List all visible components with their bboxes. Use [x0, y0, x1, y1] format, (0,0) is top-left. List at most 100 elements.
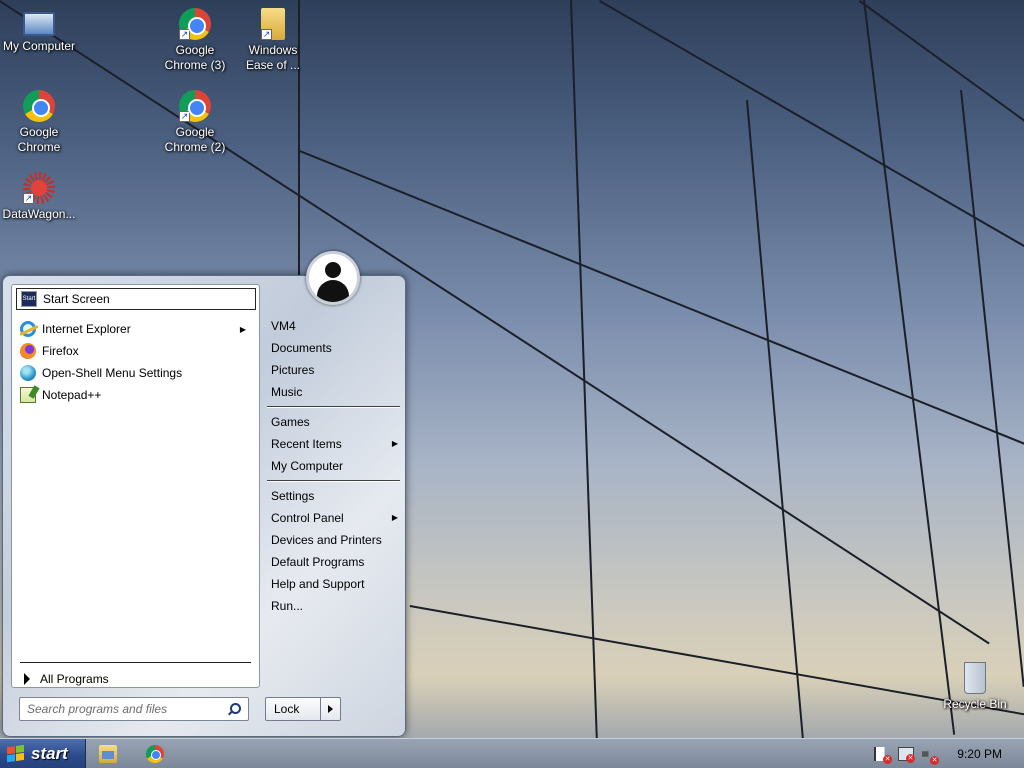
- desktop-icon-label: Chrome (3): [164, 58, 226, 72]
- chrome-icon: ↗: [179, 90, 211, 122]
- error-icon: ✕: [883, 755, 892, 764]
- search-input[interactable]: [20, 698, 220, 720]
- chrome-icon: ↗: [179, 8, 211, 40]
- program-label: Start Screen: [43, 292, 110, 306]
- right-item-label: Help and Support: [271, 577, 365, 591]
- chrome-icon[interactable]: [146, 745, 164, 763]
- desktop-icon-label: Chrome (2): [164, 140, 226, 154]
- right-item-label: Music: [271, 385, 303, 399]
- program-label: Firefox: [42, 344, 79, 358]
- wallpaper-frame-line: [746, 100, 806, 758]
- datawagon-icon: ↗: [23, 172, 55, 204]
- right-item-control-panel[interactable]: Control Panel ▶: [267, 507, 400, 529]
- all-programs-button[interactable]: All Programs: [20, 669, 250, 689]
- desktop-icon-windows-ease-of-access[interactable]: ↗ Windows Ease of ...: [235, 8, 311, 73]
- start-menu: Start Start Screen Internet Explorer ▶ F…: [2, 251, 406, 737]
- desktop-icon-google-chrome[interactable]: Google Chrome: [1, 90, 77, 155]
- desktop-icon-recycle-bin[interactable]: Recycle Bin: [937, 662, 1013, 712]
- start-button[interactable]: start: [0, 739, 86, 768]
- right-item-devices-and-printers[interactable]: Devices and Printers: [267, 529, 400, 551]
- search-icon[interactable]: [230, 703, 241, 714]
- start-screen-icon: Start: [21, 291, 37, 307]
- shutdown-options-button[interactable]: [321, 697, 341, 721]
- folder-icon: ↗: [261, 8, 285, 40]
- right-item-label: Games: [271, 415, 310, 429]
- programs-list: Start Start Screen Internet Explorer ▶ F…: [11, 284, 260, 688]
- right-item-games[interactable]: Games: [267, 411, 400, 433]
- firefox-icon: [20, 343, 36, 359]
- divider: [267, 480, 400, 482]
- recycle-bin-icon: [964, 662, 986, 694]
- divider: [267, 406, 400, 408]
- desktop-icon-datawagon[interactable]: ↗ DataWagon...: [1, 172, 77, 222]
- wallpaper-frame-line: [409, 605, 1024, 719]
- search-box[interactable]: [19, 697, 249, 721]
- notepad-plus-plus-icon: [20, 387, 36, 403]
- desktop-icon-google-chrome-2[interactable]: ↗ Google Chrome (2): [157, 90, 233, 155]
- desktop-icon-label: Recycle Bin: [943, 697, 1007, 711]
- muted-icon: ✕: [930, 756, 939, 765]
- right-item-label: Default Programs: [271, 555, 365, 569]
- divider: [20, 662, 251, 663]
- program-item-notepad-plus-plus[interactable]: Notepad++: [16, 384, 256, 406]
- right-item-label: Pictures: [271, 363, 315, 377]
- shortcut-arrow-icon: ↗: [23, 193, 34, 204]
- computer-icon: [23, 12, 55, 36]
- right-item-label: Devices and Printers: [271, 533, 382, 547]
- desktop-icon-label: Google: [175, 43, 215, 57]
- submenu-arrow-icon: ▶: [391, 439, 398, 448]
- right-item-user-folder[interactable]: VM4: [267, 315, 400, 337]
- program-label: Internet Explorer: [42, 322, 131, 336]
- shortcut-arrow-icon: ↗: [179, 111, 190, 122]
- program-label: Open-Shell Menu Settings: [42, 366, 183, 380]
- right-item-music[interactable]: Music: [267, 381, 400, 403]
- right-item-label: My Computer: [271, 459, 344, 473]
- file-explorer-icon[interactable]: [99, 745, 117, 763]
- right-item-my-computer[interactable]: My Computer: [267, 455, 400, 477]
- user-avatar[interactable]: [306, 251, 360, 305]
- desktop-icon-my-computer[interactable]: My Computer: [1, 8, 77, 54]
- clock[interactable]: 9:20 PM: [957, 747, 1002, 761]
- desktop-icon-label: DataWagon...: [2, 207, 76, 221]
- all-programs-label: All Programs: [40, 672, 109, 686]
- right-item-label: Settings: [271, 489, 315, 503]
- shortcut-arrow-icon: ↗: [179, 29, 190, 40]
- wallpaper-frame-line: [599, 0, 1024, 262]
- desktop-icon-label: Google: [19, 125, 59, 139]
- windows-logo-icon: [7, 744, 25, 763]
- right-item-default-programs[interactable]: Default Programs: [267, 551, 400, 573]
- wallpaper-frame-line: [570, 0, 599, 760]
- desktop-icon-label: Ease of ...: [245, 58, 301, 72]
- open-shell-icon: [20, 365, 36, 381]
- program-item-open-shell-settings[interactable]: Open-Shell Menu Settings: [16, 362, 256, 384]
- shortcut-arrow-icon: ↗: [261, 29, 272, 40]
- wallpaper-frame-line: [863, 0, 956, 735]
- submenu-arrow-icon: ▶: [239, 324, 246, 334]
- taskbar: start ✕ ✕ ✕ 9:20 PM: [0, 738, 1024, 768]
- submenu-arrow-icon: ▶: [391, 513, 398, 522]
- action-center-flag-icon[interactable]: ✕: [874, 747, 892, 764]
- desktop-icon-label: Windows: [248, 43, 298, 57]
- right-item-label: Control Panel: [271, 511, 344, 525]
- lock-button[interactable]: Lock: [265, 697, 321, 721]
- desktop-icon-label: My Computer: [2, 39, 76, 53]
- error-icon: ✕: [906, 754, 915, 763]
- right-item-recent-items[interactable]: Recent Items ▶: [267, 433, 400, 455]
- internet-explorer-icon: [20, 321, 36, 337]
- right-item-label: Documents: [271, 341, 332, 355]
- right-item-pictures[interactable]: Pictures: [267, 359, 400, 381]
- right-item-help-and-support[interactable]: Help and Support: [267, 573, 400, 595]
- desktop-icon-google-chrome-3[interactable]: ↗ Google Chrome (3): [157, 8, 233, 73]
- desktop-icon-label: Chrome: [17, 140, 61, 154]
- desktop-icon-label: Google: [175, 125, 215, 139]
- wallpaper-frame-line: [960, 90, 1024, 687]
- right-item-run[interactable]: Run...: [267, 595, 400, 617]
- network-icon[interactable]: ✕: [898, 747, 915, 763]
- program-item-start-screen[interactable]: Start Start Screen: [16, 288, 256, 310]
- program-item-firefox[interactable]: Firefox: [16, 340, 256, 362]
- program-item-internet-explorer[interactable]: Internet Explorer ▶: [16, 318, 256, 340]
- right-item-documents[interactable]: Documents: [267, 337, 400, 359]
- right-item-settings[interactable]: Settings: [267, 485, 400, 507]
- right-item-label: Recent Items: [271, 437, 342, 451]
- program-label: Notepad++: [42, 388, 102, 402]
